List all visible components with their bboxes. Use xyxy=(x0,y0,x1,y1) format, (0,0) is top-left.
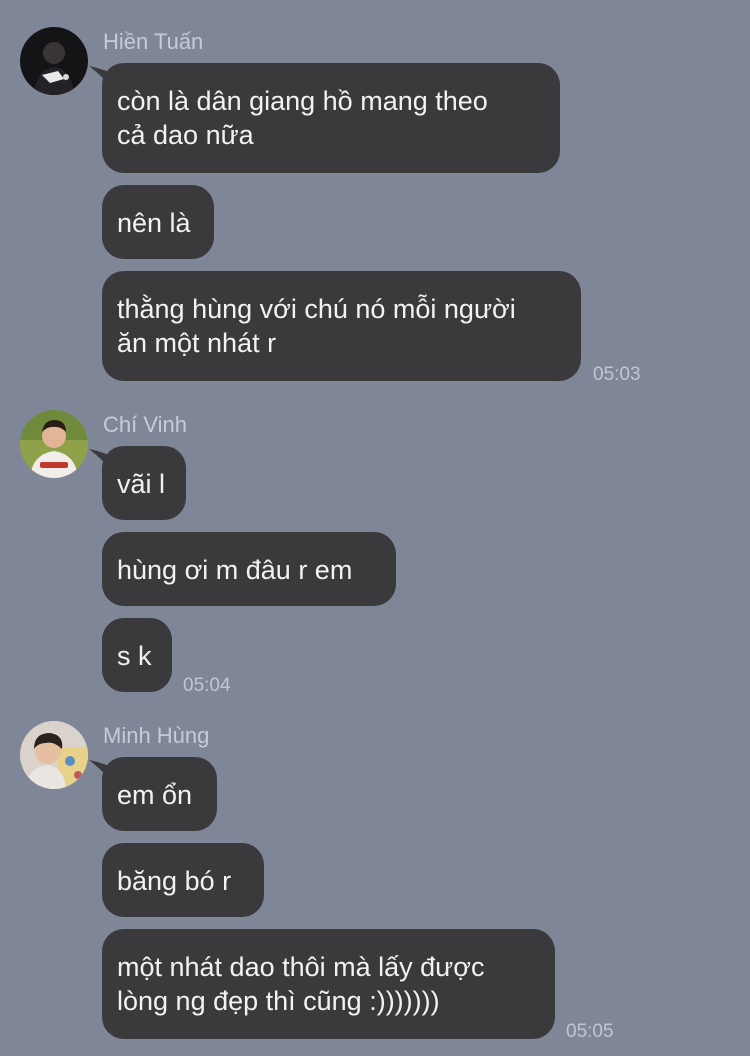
message-bubble[interactable]: em ổn xyxy=(102,757,217,831)
message-text-line: thằng hùng với chú nó mỗi người xyxy=(117,294,516,324)
message-text-line: một nhát dao thôi mà lấy được xyxy=(117,952,485,982)
avatar-jersey-portrait-icon xyxy=(20,410,88,478)
message-text-line: cả dao nữa xyxy=(117,120,254,150)
message-timestamp: 05:03 xyxy=(593,364,641,385)
sender-name: Chí Vinh xyxy=(103,412,187,437)
message-timestamp: 05:05 xyxy=(566,1021,614,1042)
message-bubble[interactable]: thằng hùng với chú nó mỗi người ăn một n… xyxy=(102,271,581,381)
chat-thread[interactable]: Hiền Tuấn còn là dân giang hồ mang theo … xyxy=(0,0,750,1056)
message-text-line: em ổn xyxy=(117,780,193,810)
message-bubble[interactable]: một nhát dao thôi mà lấy được lòng ng đẹ… xyxy=(102,929,555,1039)
avatar-minh-hung[interactable] xyxy=(20,721,88,789)
message-text-line: hùng ơi m đâu r em xyxy=(117,555,353,585)
message-text-line: ăn một nhát r xyxy=(117,328,277,358)
message-text-line: vãi l xyxy=(117,469,166,499)
message-bubble[interactable]: s k xyxy=(102,618,172,692)
message-timestamp: 05:04 xyxy=(183,675,231,696)
message-bubble[interactable]: hùng ơi m đâu r em xyxy=(102,532,396,606)
message-bubble[interactable]: còn là dân giang hồ mang theo cả dao nữa xyxy=(102,63,560,173)
message-bubble[interactable]: nên là xyxy=(102,185,214,259)
avatar-hien-tuan[interactable] xyxy=(20,27,88,95)
message-bubble[interactable]: băng bó r xyxy=(102,843,264,917)
message-text-line: nên là xyxy=(117,208,191,238)
message-text-line: s k xyxy=(117,641,152,671)
avatar-selfie-portrait-icon xyxy=(20,721,88,789)
avatar-dark-portrait-icon xyxy=(20,27,88,95)
message-text-line: lòng ng đẹp thì cũng :))))))) xyxy=(117,986,440,1016)
message-bubble[interactable]: vãi l xyxy=(102,446,186,520)
sender-name: Hiền Tuấn xyxy=(103,29,204,54)
sender-name: Minh Hùng xyxy=(103,723,210,748)
message-text-line: băng bó r xyxy=(117,866,232,896)
message-text-line: còn là dân giang hồ mang theo xyxy=(117,86,488,116)
avatar-chi-vinh[interactable] xyxy=(20,410,88,478)
